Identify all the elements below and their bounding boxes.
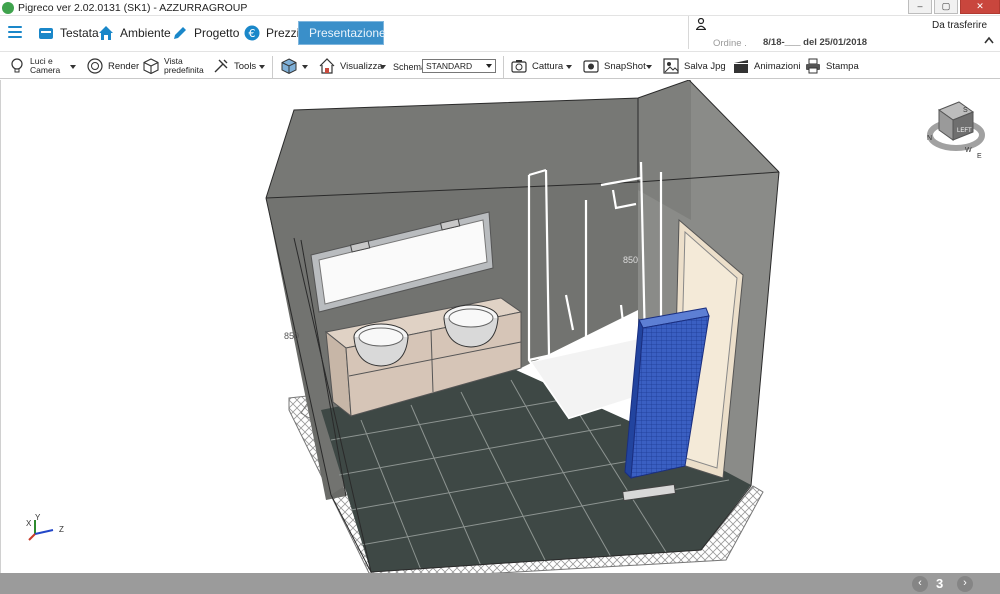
render-icon xyxy=(87,58,103,74)
dimension-label-back: 850 xyxy=(623,255,638,265)
navigation-cube[interactable]: LEFT N E S W xyxy=(927,101,985,160)
svg-text:€: € xyxy=(249,27,256,40)
nav-prezzi-label: Prezzi xyxy=(266,26,300,40)
transfer-status: Da trasferire xyxy=(932,20,988,31)
visualizza-button[interactable]: Visualizza xyxy=(318,54,383,78)
camera-icon xyxy=(511,60,527,73)
snapshot-dropdown-caret[interactable] xyxy=(646,65,652,69)
3d-viewport[interactable]: 850 850 LEFT N E S W X Y Z xyxy=(0,80,1000,573)
animazioni-button[interactable]: Animazioni xyxy=(732,54,800,78)
close-button[interactable]: ✕ xyxy=(960,0,1000,14)
axis-label-z: Z xyxy=(59,525,64,534)
lightbulb-icon xyxy=(11,58,23,73)
compass-w: W xyxy=(965,147,972,154)
footer-bar: ‹ 3 › xyxy=(0,573,1000,594)
stampa-label: Stampa xyxy=(826,60,859,72)
nav-testata[interactable]: Testata xyxy=(38,21,99,45)
user-icon[interactable] xyxy=(696,18,706,30)
save-image-icon xyxy=(663,58,679,74)
app-logo-icon xyxy=(2,1,14,14)
snapshot-button[interactable]: SnapShot xyxy=(582,54,646,78)
luci-camera-button[interactable]: Luci e Camera xyxy=(8,54,60,78)
toolbar-separator xyxy=(503,56,504,78)
nav-presentazione-label: Presentazione xyxy=(309,26,386,40)
order-value: 8/18-___ del 25/01/2018 xyxy=(763,37,868,48)
visualizza-dropdown-caret[interactable] xyxy=(380,65,386,69)
chevron-up-icon[interactable] xyxy=(984,36,994,44)
maximize-button[interactable]: ▢ xyxy=(934,0,958,14)
chevron-down-icon xyxy=(486,64,492,68)
axes-gizmo: X Y Z xyxy=(26,513,64,541)
compass-n: N xyxy=(927,135,932,142)
snapshot-label: SnapShot xyxy=(604,60,646,72)
toolbar: Luci e Camera Render Vista predefinita T… xyxy=(0,51,1000,79)
animazioni-label: Animazioni xyxy=(754,60,801,72)
dimension-label-left: 850 xyxy=(284,331,299,341)
euro-icon: € xyxy=(244,25,260,41)
nav-prezzi[interactable]: € Prezzi xyxy=(244,21,299,45)
window-title: Pigreco ver 2.02.0131 (SK1) - AZZURRAGRO… xyxy=(18,1,248,14)
cattura-label: Cattura xyxy=(532,60,564,72)
pencil-icon xyxy=(174,27,186,39)
nav-testata-label: Testata xyxy=(60,26,99,40)
compass-e: E xyxy=(977,153,982,160)
vista-predefinita-label: Vista predefinita xyxy=(164,56,204,75)
house-view-icon xyxy=(319,58,335,74)
nav-ambiente-label: Ambiente xyxy=(120,26,171,40)
cattura-dropdown-caret[interactable] xyxy=(566,65,572,69)
order-label: Ordine . xyxy=(713,38,747,49)
tools-label: Tools xyxy=(234,60,257,72)
schema-select-value: STANDARD xyxy=(426,61,473,71)
axis-label-x: X xyxy=(26,519,32,528)
scene-canvas[interactable]: 850 850 LEFT N E S W X Y Z xyxy=(1,80,1000,573)
hamburger-menu-icon[interactable] xyxy=(8,26,22,38)
vista-predefinita-button[interactable]: Vista predefinita xyxy=(142,54,204,78)
luci-camera-label: Luci e Camera xyxy=(30,56,61,75)
compass-s: S xyxy=(963,107,968,114)
title-bar: Pigreco ver 2.02.0131 (SK1) - AZZURRAGRO… xyxy=(0,0,1000,16)
back-wall xyxy=(266,98,638,198)
navcube-face-label: LEFT xyxy=(957,128,972,134)
clapperboard-icon xyxy=(734,60,748,73)
nav-progetto[interactable]: Progetto xyxy=(172,21,239,45)
printer-icon xyxy=(806,58,820,74)
home-icon xyxy=(99,26,113,40)
nav-divider xyxy=(688,16,689,49)
salva-jpg-button[interactable]: Salva Jpg xyxy=(662,54,726,78)
axis-label-y: Y xyxy=(35,513,41,522)
luci-dropdown-caret[interactable] xyxy=(70,65,76,69)
nav-progetto-label: Progetto xyxy=(194,26,240,40)
prev-page-button[interactable]: ‹ xyxy=(912,576,928,592)
salva-jpg-label: Salva Jpg xyxy=(684,60,726,72)
visualizza-label: Visualizza xyxy=(340,60,383,72)
tools-button[interactable]: Tools xyxy=(212,54,256,78)
view-cube-icon xyxy=(281,58,297,75)
view-cube-button[interactable] xyxy=(280,54,302,78)
window-controls: – ▢ ✕ xyxy=(908,0,1000,15)
toolbar-separator xyxy=(272,56,273,78)
nav-presentazione[interactable]: Presentazione xyxy=(298,21,386,45)
stampa-button[interactable]: Stampa xyxy=(804,54,859,78)
render-label: Render xyxy=(108,60,140,72)
cattura-button[interactable]: Cattura xyxy=(510,54,563,78)
page-number: 3 xyxy=(936,576,944,591)
snapshot-icon xyxy=(583,60,599,73)
folder-icon xyxy=(39,28,53,39)
schema-select[interactable]: STANDARD xyxy=(422,59,496,73)
tools-dropdown-caret[interactable] xyxy=(259,65,265,69)
tools-icon xyxy=(214,59,228,73)
next-page-button[interactable]: › xyxy=(957,576,973,592)
nav-ambiente[interactable]: Ambiente xyxy=(98,21,171,45)
cube-icon xyxy=(143,58,159,75)
render-button[interactable]: Render xyxy=(86,54,139,78)
minimize-button[interactable]: – xyxy=(908,0,932,14)
view-cube-dropdown-caret[interactable] xyxy=(302,65,308,69)
